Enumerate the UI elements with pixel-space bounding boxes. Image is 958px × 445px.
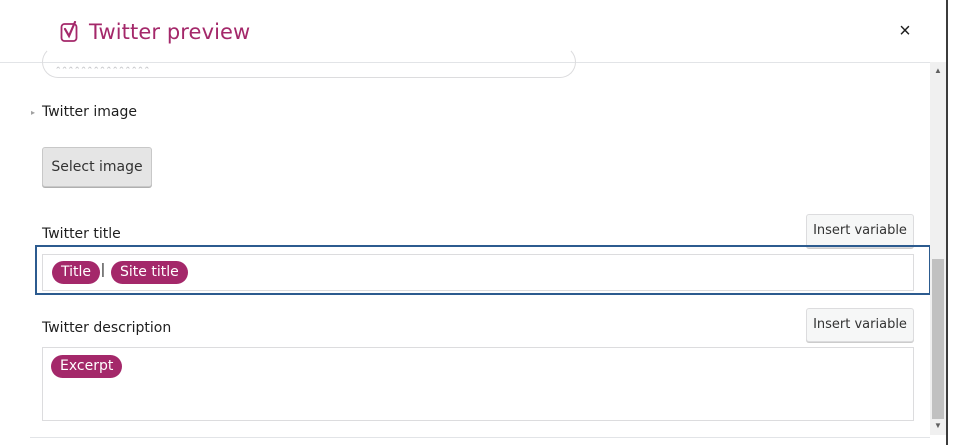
- twitter-description-input[interactable]: [42, 347, 914, 421]
- close-button[interactable]: ×: [893, 18, 917, 44]
- variable-pill-site-title[interactable]: Site title: [111, 261, 188, 284]
- yoast-icon: [60, 21, 78, 42]
- variable-pill-title[interactable]: Title: [52, 261, 101, 284]
- previous-field-text-partial: ꞈꞈꞈꞈꞈꞈꞈꞈꞈꞈꞈꞈꞈꞈꞈ: [56, 54, 151, 69]
- variable-pill-excerpt[interactable]: Excerpt: [51, 355, 123, 378]
- modal-bottom-divider: [30, 437, 930, 438]
- scroll-down-icon[interactable]: ▼: [930, 419, 946, 433]
- window-edge-line: [946, 0, 948, 445]
- scrollbar-thumb[interactable]: [932, 259, 944, 419]
- title-separator: |: [101, 261, 105, 278]
- caret-right-icon: ▸: [31, 108, 36, 117]
- scroll-up-icon[interactable]: ▲: [930, 64, 946, 78]
- twitter-image-label: Twitter image: [42, 104, 137, 120]
- title-insert-variable-button[interactable]: Insert variable: [806, 214, 914, 248]
- twitter-title-label: Twitter title: [42, 226, 121, 242]
- vertical-scrollbar[interactable]: ▲ ▼: [930, 62, 946, 435]
- twitter-preview-modal: Twitter preview × ꞈꞈꞈꞈꞈꞈꞈꞈꞈꞈꞈꞈꞈꞈꞈ ▸ Twit…: [0, 0, 931, 445]
- description-insert-variable-button[interactable]: Insert variable: [806, 308, 914, 342]
- modal-title: Twitter preview: [89, 20, 251, 44]
- select-image-button[interactable]: Select image: [42, 147, 152, 187]
- twitter-description-label: Twitter description: [42, 320, 172, 336]
